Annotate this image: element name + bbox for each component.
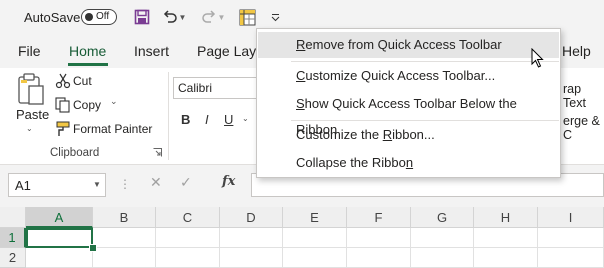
column-header-g[interactable]: G (411, 207, 474, 228)
cut-label: Cut (73, 74, 92, 88)
copy-button[interactable]: Copy ⌄ (55, 96, 125, 114)
menu-item-remove-from-qat[interactable]: Remove from Quick Access Toolbar (258, 32, 559, 58)
cell[interactable] (538, 228, 604, 248)
row-header-2[interactable]: 2 (0, 248, 26, 268)
cell[interactable] (283, 228, 347, 248)
cell[interactable] (347, 248, 411, 268)
cell[interactable] (411, 248, 474, 268)
dialog-launcher-icon[interactable] (153, 148, 162, 157)
cell[interactable] (283, 248, 347, 268)
redo-button[interactable]: ▼ (200, 5, 226, 29)
cell[interactable] (474, 228, 538, 248)
paste-icon (18, 73, 44, 105)
menu-item-show-qat-below-ribbon[interactable]: Show Quick Access Toolbar Below the Ribb… (258, 91, 559, 137)
column-header-a[interactable]: A (26, 207, 93, 228)
save-icon (134, 9, 150, 25)
cell[interactable] (93, 248, 156, 268)
cell[interactable] (26, 248, 93, 268)
cut-button[interactable]: Cut (55, 72, 115, 90)
cancel-icon[interactable]: ✕ (150, 174, 162, 191)
autosave-state: Off (96, 11, 110, 22)
format-painter-icon (56, 121, 70, 136)
active-tab-indicator (68, 63, 108, 66)
merge-center-button[interactable]: erge & C (563, 114, 604, 142)
chevron-down-icon: ⌄ (26, 124, 33, 133)
column-header-h[interactable]: H (474, 207, 538, 228)
copy-icon (55, 97, 70, 113)
pivot-table-button[interactable] (237, 5, 257, 29)
mouse-pointer-icon (531, 48, 544, 68)
clipboard-group-label: Clipboard (50, 147, 100, 159)
name-box[interactable]: A1 ▼ (8, 173, 106, 197)
column-header-i[interactable]: I (538, 207, 604, 228)
undo-icon (163, 10, 177, 23)
chevron-down-icon[interactable]: ⌄ (242, 114, 249, 123)
fill-handle[interactable] (89, 244, 97, 252)
autosave-toggle[interactable]: Off (81, 9, 117, 25)
qat-context-menu: Remove from Quick Access Toolbar Customi… (256, 28, 561, 178)
cell[interactable] (93, 228, 156, 248)
customize-qat-icon (271, 13, 279, 21)
save-button[interactable] (131, 5, 153, 29)
cell[interactable] (411, 228, 474, 248)
column-header-e[interactable]: E (283, 207, 347, 228)
paste-button[interactable]: Paste ⌄ (12, 72, 50, 138)
underline-button[interactable]: U (224, 112, 233, 127)
cell[interactable] (156, 228, 220, 248)
cell[interactable] (347, 228, 411, 248)
autosave-label: AutoSave (24, 10, 81, 25)
tab-insert[interactable]: Insert (134, 43, 169, 59)
cell[interactable] (538, 248, 604, 268)
tab-home[interactable]: Home (69, 43, 106, 59)
cut-icon (55, 73, 71, 89)
bold-button[interactable]: B (181, 112, 190, 127)
tab-help[interactable]: Help (562, 43, 591, 59)
group-divider (168, 72, 169, 160)
select-all-button[interactable] (0, 207, 26, 228)
menu-item-customize-ribbon[interactable]: Customize the Ribbon... (258, 122, 559, 148)
column-header-f[interactable]: F (347, 207, 411, 228)
enter-icon[interactable]: ✓ (180, 174, 192, 191)
cell[interactable] (220, 248, 283, 268)
menu-item-collapse-ribbon[interactable]: Collapse the Ribbon (258, 150, 559, 176)
tab-page-layout[interactable]: Page Layo (197, 43, 264, 59)
cell[interactable] (156, 248, 220, 268)
column-header-b[interactable]: B (93, 207, 156, 228)
name-box-value: A1 (15, 178, 31, 193)
column-header-d[interactable]: D (220, 207, 283, 228)
format-painter-button[interactable]: Format Painter (55, 120, 165, 138)
wrap-text-button[interactable]: rap Text (563, 82, 604, 110)
active-cell-a1[interactable] (26, 228, 93, 248)
italic-button[interactable]: I (205, 112, 209, 127)
insert-function-button[interactable]: fx (222, 174, 235, 189)
copy-label: Copy (73, 98, 102, 112)
column-header-c[interactable]: C (156, 207, 220, 228)
cell[interactable] (220, 228, 283, 248)
chevron-down-icon: ▼ (178, 12, 187, 22)
undo-button[interactable]: ▼ (161, 5, 187, 29)
menu-separator (291, 61, 559, 62)
autosave-knob (85, 13, 93, 21)
chevron-down-icon: ▼ (217, 12, 226, 22)
format-painter-label: Format Painter (73, 122, 153, 136)
cell[interactable] (474, 248, 538, 268)
formula-bar-grip-icon[interactable]: ⋮ (119, 177, 131, 191)
font-name-input[interactable]: Calibri (173, 77, 263, 99)
tab-file[interactable]: File (18, 43, 41, 59)
chevron-down-icon[interactable]: ▼ (93, 180, 101, 189)
redo-icon (201, 10, 215, 23)
row-header-1[interactable]: 1 (0, 228, 26, 248)
pivot-table-icon (239, 9, 255, 25)
paste-label: Paste (16, 107, 50, 122)
customize-qat-button[interactable] (267, 5, 283, 29)
menu-separator (291, 120, 559, 121)
menu-item-customize-qat[interactable]: Customize Quick Access Toolbar... (258, 63, 559, 89)
chevron-down-icon: ⌄ (110, 96, 118, 106)
